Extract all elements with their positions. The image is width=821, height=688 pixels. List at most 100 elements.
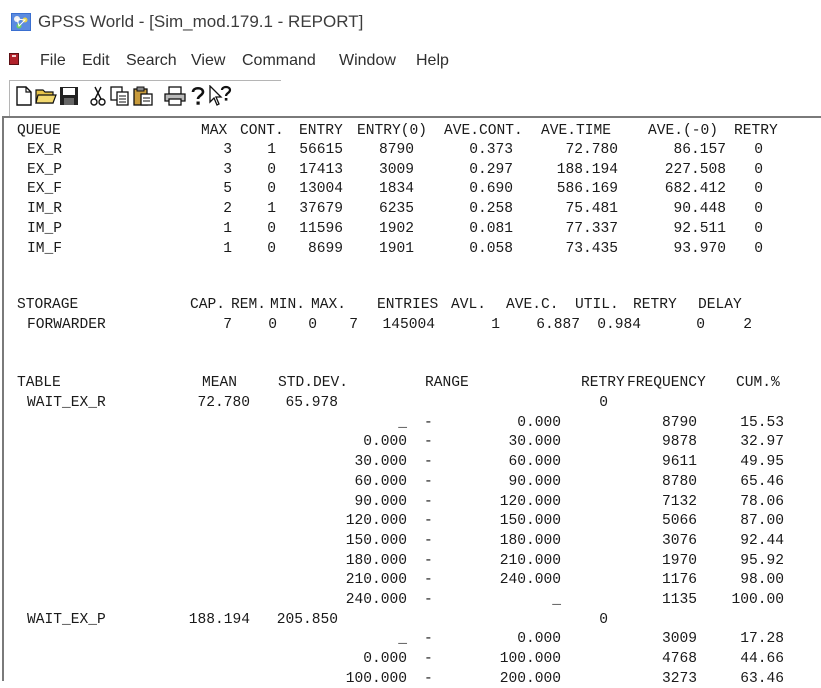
range-low: _	[398, 414, 407, 431]
queue-header-avetime: AVE.TIME	[541, 123, 612, 139]
range-high: 90.000	[508, 473, 561, 490]
range-dash: -	[424, 434, 433, 451]
table-header-range: RANGE	[425, 375, 469, 391]
queue-cell: 37679	[299, 201, 343, 218]
queue-cell: 0.690	[469, 181, 513, 198]
storage-cell: 0.984	[597, 317, 641, 333]
queue-cell: 8790	[378, 142, 414, 158]
help-icon[interactable]	[186, 84, 210, 108]
queue-cell: 1	[223, 240, 232, 257]
range-dash: -	[424, 651, 433, 668]
storage-header-storage: STORAGE	[17, 297, 79, 313]
queue-cell: 73.435	[565, 240, 618, 257]
queue-cell: 6235	[378, 201, 414, 218]
range-low: 0.000	[363, 434, 407, 451]
storage-cell: 7	[223, 317, 232, 333]
open-folder-icon[interactable]	[34, 84, 58, 108]
queue-header-entry: ENTRY	[299, 123, 343, 139]
queue-header-avecont: AVE.CONT.	[444, 123, 523, 139]
range-dash: -	[424, 592, 433, 608]
menu-file[interactable]: File	[40, 52, 66, 70]
range-frequency: 1970	[661, 552, 697, 569]
table-name: WAIT_EX_R	[27, 395, 106, 411]
queue-cell: 0	[754, 201, 763, 218]
menu-edit[interactable]: Edit	[82, 52, 110, 70]
range-frequency: 4768	[661, 651, 697, 668]
queue-cell: 86.157	[673, 142, 726, 158]
queue-cell: 3009	[378, 161, 414, 178]
menu-help[interactable]: Help	[416, 52, 449, 70]
new-file-icon[interactable]	[12, 84, 36, 108]
storage-header-avec: AVE.C.	[506, 297, 559, 313]
range-frequency: 8790	[661, 414, 697, 431]
range-cum-percent: 44.66	[740, 651, 784, 668]
storage-name: FORWARDER	[27, 317, 106, 333]
menu-window[interactable]: Window	[339, 52, 396, 70]
print-icon[interactable]	[163, 84, 187, 108]
range-cum-percent: 17.28	[740, 631, 784, 648]
range-frequency: 1135	[661, 592, 697, 608]
storage-header-rem: REM.	[231, 297, 267, 313]
range-cum-percent: 92.44	[740, 532, 784, 549]
storage-cell: 2	[743, 317, 752, 333]
cut-icon[interactable]	[86, 84, 110, 108]
queue-cell: 586.169	[556, 181, 618, 198]
queue-cell: 1901	[378, 240, 414, 257]
queue-header-cont: CONT.	[240, 123, 284, 139]
range-high: 60.000	[508, 454, 561, 471]
queue-cell: 93.970	[673, 240, 726, 257]
queue-cell: 77.337	[565, 220, 618, 237]
range-dash: -	[424, 414, 433, 431]
gpss-app-icon	[11, 13, 31, 31]
table-mean: 72.780	[197, 395, 250, 411]
queue-cell: 3	[223, 161, 232, 178]
queue-header-ave0: AVE.(-0)	[648, 123, 719, 139]
queue-name: EX_P	[27, 161, 63, 178]
copy-icon[interactable]	[108, 84, 132, 108]
range-cum-percent: 78.06	[740, 493, 784, 510]
range-cum-percent: 95.92	[740, 552, 784, 569]
menu-search[interactable]: Search	[126, 52, 177, 70]
storage-header-max: MAX.	[311, 297, 347, 313]
table-stddev: 205.850	[276, 611, 338, 628]
range-frequency: 3009	[661, 631, 697, 648]
range-dash: -	[424, 513, 433, 530]
range-dash: -	[424, 454, 433, 471]
range-low: 60.000	[354, 473, 407, 490]
document-icon[interactable]	[9, 53, 19, 65]
table-header-mean: MEAN	[202, 375, 238, 391]
range-low: 180.000	[345, 552, 407, 569]
menu-view[interactable]: View	[191, 52, 225, 70]
storage-cell: 6.887	[536, 317, 580, 333]
range-high: 30.000	[508, 434, 561, 451]
queue-name: EX_R	[27, 142, 63, 158]
range-cum-percent: 98.00	[740, 572, 784, 589]
queue-cell: 682.412	[664, 181, 726, 198]
range-frequency: 3273	[661, 670, 697, 687]
queue-cell: 0	[267, 240, 276, 257]
queue-name: IM_P	[27, 220, 63, 237]
range-frequency: 7132	[661, 493, 697, 510]
context-help-icon[interactable]	[208, 84, 232, 108]
storage-cell: 7	[349, 317, 358, 333]
queue-cell: 0.373	[469, 142, 513, 158]
range-high: 240.000	[499, 572, 561, 589]
range-cum-percent: 49.95	[740, 454, 784, 471]
range-dash: -	[424, 631, 433, 648]
range-high: 120.000	[499, 493, 561, 510]
queue-name: IM_R	[27, 201, 63, 218]
menu-command[interactable]: Command	[242, 52, 316, 70]
paste-icon[interactable]	[131, 84, 155, 108]
storage-cell: 0	[268, 317, 277, 333]
range-low: 0.000	[363, 651, 407, 668]
range-low: 210.000	[345, 572, 407, 589]
storage-cell: 145004	[382, 317, 435, 333]
range-frequency: 1176	[661, 572, 697, 589]
range-low: 90.000	[354, 493, 407, 510]
queue-cell: 11596	[299, 220, 343, 237]
range-cum-percent: 15.53	[740, 414, 784, 431]
queue-cell: 1834	[378, 181, 414, 198]
save-disk-icon[interactable]	[57, 84, 81, 108]
range-frequency: 9611	[661, 454, 697, 471]
range-cum-percent: 65.46	[740, 473, 784, 490]
